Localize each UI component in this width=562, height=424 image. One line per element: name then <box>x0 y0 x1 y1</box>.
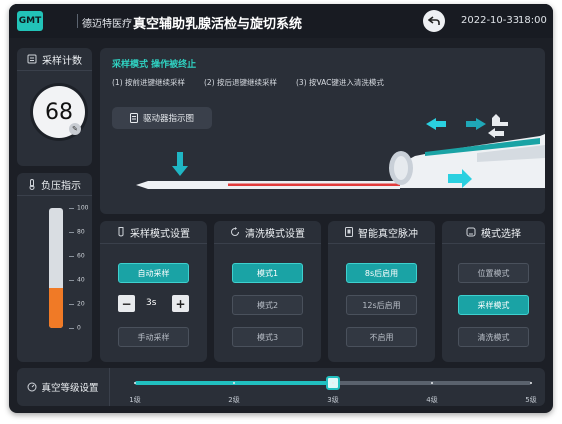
driver-status-panel: 采样模式 操作被终止 (1) 按前进键继续采样 (2) 按后退键继续采样 (3)… <box>100 48 545 214</box>
pressure-tick-mark <box>69 208 74 209</box>
pressure-tick-label: 100 <box>77 204 89 212</box>
logo: GMT <box>17 11 43 31</box>
vacuum-level-label: 5级 <box>525 396 537 404</box>
clean-mode-2-button[interactable]: 模式2 <box>232 295 303 315</box>
cutting-window <box>228 183 404 186</box>
clean-mode-3-button[interactable]: 模式3 <box>232 327 303 347</box>
vacuum-pulse-header: 智能真空脉冲 <box>328 221 435 244</box>
thermometer-icon <box>29 178 35 190</box>
device-screen: GMT 德迈特医疗 真空辅助乳腺活检与旋切系统 2022-10-33 18:00… <box>9 4 553 413</box>
pressure-title: 负压指示 <box>41 180 81 192</box>
vacuum-level-label: 1级 <box>129 396 141 404</box>
clean-settings-title: 清洗模式设置 <box>245 228 305 240</box>
pressure-gauge-fill <box>49 288 63 328</box>
pulse-device-icon <box>345 227 353 237</box>
pulse-disabled-button[interactable]: 不启用 <box>346 327 417 347</box>
vacuum-level-stop[interactable] <box>233 382 235 384</box>
sampling-settings-header: 采样模式设置 <box>100 221 207 244</box>
vacuum-level-stop[interactable] <box>332 382 334 384</box>
edit-icon: ✎ <box>72 125 78 133</box>
mode-select-header: 模式选择 <box>442 221 545 244</box>
counter-icon <box>27 54 37 64</box>
time-display: 18:00 <box>518 15 547 26</box>
pressure-tick-mark <box>69 304 74 305</box>
down-arrow-icon <box>172 152 188 176</box>
vacuum-level-label: 2级 <box>228 396 240 404</box>
pressure-tick-label: 80 <box>77 228 85 236</box>
vacuum-pulse-panel: 智能真空脉冲 8s后启用 12s后启用 不启用 <box>328 221 435 362</box>
pressure-panel: 负压指示 100 80 60 40 20 0 <box>17 173 92 362</box>
manual-sampling-button[interactable]: 手动采样 <box>118 327 189 347</box>
back-arrow-icon <box>428 16 440 25</box>
top-bar: GMT 德迈特医疗 真空辅助乳腺活检与旋切系统 2022-10-33 18:00 <box>9 4 553 38</box>
vacuum-level-label: 3级 <box>327 396 339 404</box>
vacuum-level-stop[interactable] <box>134 382 136 384</box>
mode-select-title: 模式选择 <box>481 228 521 240</box>
company-name: 德迈特医疗 <box>82 19 132 30</box>
back-button[interactable] <box>423 10 445 32</box>
sample-count-panel: 采样计数 68 ✎ <box>17 48 92 166</box>
pulse-12s-button[interactable]: 12s后启用 <box>346 295 417 315</box>
vacuum-level-header: 真空等级设置 <box>17 368 110 406</box>
auto-sampling-button[interactable]: 自动采样 <box>118 263 189 283</box>
pressure-header: 负压指示 <box>17 173 92 196</box>
vacuum-level-slider[interactable] <box>134 376 532 390</box>
sampling-settings-panel: 采样模式设置 自动采样 − 3s + 手动采样 <box>100 221 207 362</box>
left-arrow-icon <box>426 118 446 130</box>
mode-icon <box>466 227 476 237</box>
retract-arrow-icon <box>488 128 504 138</box>
driver-diagram <box>136 114 545 189</box>
clean-mode-1-button[interactable]: 模式1 <box>232 263 303 283</box>
pressure-tick-label: 0 <box>77 324 81 332</box>
mode-select-panel: 模式选择 位置模式 采样模式 清洗模式 <box>442 221 545 362</box>
sample-count-title: 采样计数 <box>42 55 82 67</box>
pressure-tick-mark <box>69 328 74 329</box>
pressure-tick-label: 40 <box>77 276 85 284</box>
pressure-tick-mark <box>69 232 74 233</box>
app-title: 真空辅助乳腺活检与旋切系统 <box>133 17 303 32</box>
vacuum-level-panel: 真空等级设置 1级 2级 3级 4级 5级 <box>17 368 545 406</box>
vacuum-level-label: 4级 <box>426 396 438 404</box>
header-divider <box>77 14 78 28</box>
vacuum-level-title: 真空等级设置 <box>41 383 99 394</box>
vacuum-pulse-title: 智能真空脉冲 <box>358 228 418 240</box>
clean-settings-panel: 清洗模式设置 模式1 模式2 模式3 <box>214 221 321 362</box>
increase-interval-button[interactable]: + <box>172 295 189 312</box>
pressure-tick-label: 20 <box>77 300 85 308</box>
cleaning-mode-button[interactable]: 清洗模式 <box>458 327 529 347</box>
right-arrow-icon <box>466 118 486 130</box>
pressure-scale: 100 80 60 40 20 0 <box>69 204 89 332</box>
pressure-gauge <box>49 208 63 328</box>
vacuum-level-stop[interactable] <box>431 382 433 384</box>
pressure-tick-mark <box>69 256 74 257</box>
gauge-icon <box>27 382 37 392</box>
date-display: 2022-10-33 <box>461 15 520 26</box>
sample-count-header: 采样计数 <box>17 48 92 71</box>
sampling-mode-button[interactable]: 采样模式 <box>458 295 529 315</box>
position-mode-button[interactable]: 位置模式 <box>458 263 529 283</box>
up-arrow-icon <box>492 114 508 126</box>
pressure-tick-mark <box>69 280 74 281</box>
tube-icon <box>118 227 124 237</box>
pressure-tick-label: 60 <box>77 252 85 260</box>
refresh-icon <box>231 227 239 236</box>
pulse-8s-button[interactable]: 8s后启用 <box>346 263 417 283</box>
sampling-settings-title: 采样模式设置 <box>130 228 190 240</box>
vacuum-level-stop[interactable] <box>530 382 532 384</box>
reset-count-button[interactable]: ✎ <box>69 123 81 135</box>
decrease-interval-button[interactable]: − <box>118 295 135 312</box>
clean-settings-header: 清洗模式设置 <box>214 221 321 244</box>
interval-value: 3s <box>146 298 157 308</box>
